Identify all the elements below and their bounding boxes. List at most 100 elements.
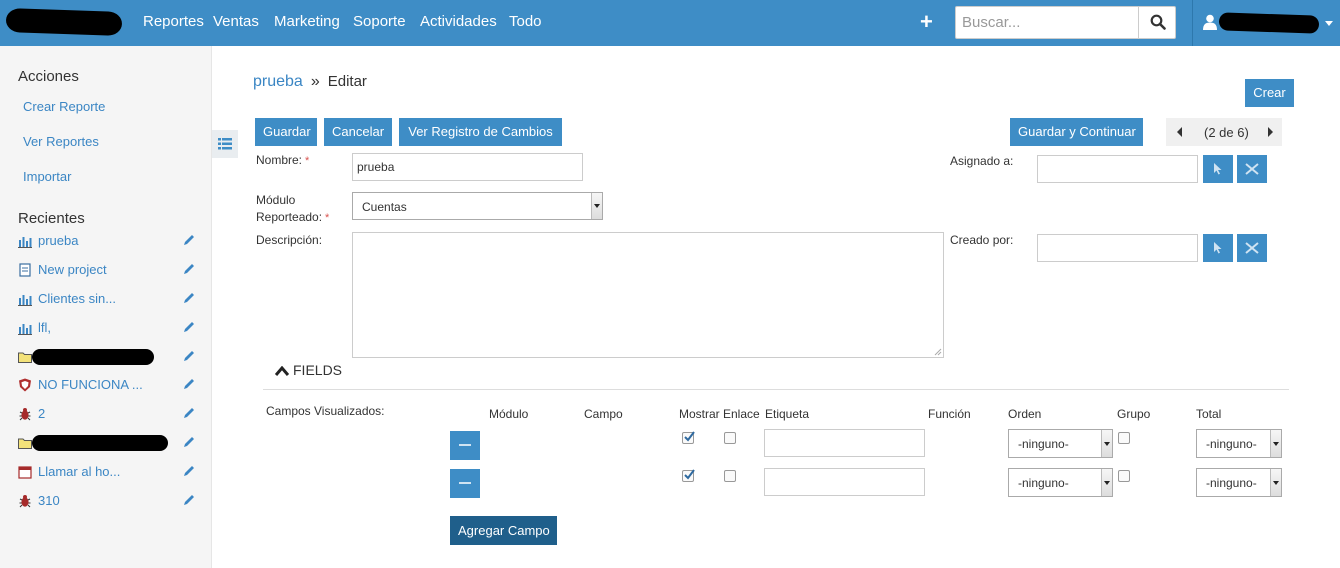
action-ver-reportes[interactable]: Ver Reportes [23, 134, 99, 149]
cursor-arrow-icon [1214, 242, 1222, 254]
fields-title: FIELDS [293, 362, 343, 378]
recent-item[interactable]: NO FUNCIONA ... [18, 375, 196, 397]
pencil-icon[interactable] [182, 233, 196, 247]
nombre-label: Nombre: * [256, 153, 310, 167]
recent-item[interactable]: lfl, [18, 318, 196, 340]
col-total: Total [1196, 407, 1222, 421]
pencil-icon[interactable] [182, 349, 196, 363]
creado-select-button[interactable] [1203, 234, 1233, 262]
report-icon [18, 295, 32, 306]
nombre-input[interactable] [352, 153, 583, 181]
nav-item-todo[interactable]: Todo [509, 13, 542, 30]
search-button[interactable] [1138, 7, 1175, 38]
guardar-continuar-button[interactable]: Guardar y Continuar [1010, 118, 1143, 146]
descripcion-textarea[interactable] [352, 232, 944, 358]
redaction-blot [32, 349, 154, 365]
prev-arrow-icon[interactable] [1176, 127, 1184, 137]
enlace-checkbox[interactable] [724, 432, 736, 444]
recent-item[interactable]: 310 [18, 491, 196, 513]
creado-label: Creado por: [950, 233, 1014, 247]
recent-item[interactable] [18, 347, 196, 369]
orden-select[interactable]: -ninguno- [1008, 429, 1113, 458]
grupo-checkbox[interactable] [1118, 432, 1130, 444]
remove-field-button[interactable] [450, 431, 480, 460]
action-crear-reporte[interactable]: Crear Reporte [23, 99, 105, 114]
pencil-icon[interactable] [182, 435, 196, 449]
enlace-checkbox[interactable] [724, 470, 736, 482]
nav-item-soporte[interactable]: Soporte [353, 13, 406, 30]
creado-clear-button[interactable] [1237, 234, 1267, 262]
user-name-redacted[interactable] [1218, 12, 1320, 34]
user-menu-caret-icon[interactable] [1325, 21, 1333, 26]
calendar-icon [18, 466, 32, 479]
chevron-down-icon [1101, 469, 1112, 496]
orden-select[interactable]: -ninguno- [1008, 468, 1113, 497]
pencil-icon[interactable] [182, 464, 196, 478]
logo-redacted[interactable] [5, 7, 123, 37]
action-importar[interactable]: Importar [23, 169, 71, 184]
col-mostrar: Mostrar [679, 407, 720, 421]
sidebar-toggle-button[interactable] [212, 130, 238, 158]
guardar-button[interactable]: Guardar [255, 118, 317, 146]
creado-input[interactable] [1037, 234, 1198, 262]
recent-item-label: Clientes sin... [38, 291, 117, 306]
nav-item-reportes[interactable]: Reportes [143, 13, 204, 30]
recent-item[interactable]: 2 [18, 404, 196, 426]
recent-item[interactable]: prueba [18, 231, 196, 253]
pencil-icon[interactable] [182, 493, 196, 507]
cancelar-button[interactable]: Cancelar [324, 118, 392, 146]
crear-button[interactable]: Crear [1245, 79, 1294, 107]
mostrar-checkbox[interactable] [682, 469, 695, 482]
modulo-reporteado-label: Módulo Reporteado: * [256, 193, 330, 224]
quick-create-plus-icon[interactable]: + [920, 9, 933, 35]
modulo-selected-value: Cuentas [362, 200, 407, 214]
etiqueta-input[interactable] [764, 468, 925, 496]
total-select[interactable]: -ninguno- [1196, 429, 1282, 458]
etiqueta-input[interactable] [764, 429, 925, 457]
folder-icon [18, 352, 32, 363]
user-icon[interactable] [1203, 14, 1217, 30]
recent-item-label: Llamar al ho... [38, 464, 121, 479]
asignado-input[interactable] [1037, 155, 1198, 183]
remove-field-button[interactable] [450, 469, 480, 498]
recent-item[interactable]: Llamar al ho... [18, 462, 196, 484]
recent-item[interactable]: Clientes sin... [18, 289, 196, 311]
grupo-checkbox[interactable] [1118, 470, 1130, 482]
resize-grip-icon[interactable] [934, 348, 942, 356]
recent-item-label: NO FUNCIONA ... [38, 377, 143, 392]
checkmark-icon [684, 431, 695, 442]
pencil-icon[interactable] [182, 320, 196, 334]
asignado-select-button[interactable] [1203, 155, 1233, 183]
col-orden: Orden [1008, 407, 1042, 421]
next-arrow-icon[interactable] [1266, 127, 1274, 137]
pencil-icon[interactable] [182, 291, 196, 305]
nav-item-ventas[interactable]: Ventas [213, 13, 259, 30]
ver-registro-cambios-button[interactable]: Ver Registro de Cambios [399, 118, 562, 146]
total-select[interactable]: -ninguno- [1196, 468, 1282, 497]
mostrar-checkbox[interactable] [682, 431, 695, 444]
agregar-campo-button[interactable]: Agregar Campo [450, 516, 557, 545]
search-input[interactable] [956, 7, 1138, 38]
nav-item-actividades[interactable]: Actividades [420, 13, 497, 30]
chevron-down-icon [591, 193, 602, 219]
chevron-up-icon [274, 365, 290, 376]
breadcrumb-module-link[interactable]: prueba [253, 73, 303, 90]
divider [263, 389, 1289, 390]
recent-item[interactable] [18, 433, 196, 455]
nav-item-marketing[interactable]: Marketing [274, 13, 340, 30]
clear-icon [1245, 242, 1259, 254]
search-box [955, 6, 1176, 39]
modulo-reporteado-select[interactable]: Cuentas [352, 192, 603, 220]
campos-visualizados-label: Campos Visualizados: [266, 404, 385, 418]
chevron-down-icon [1270, 469, 1281, 496]
pencil-icon[interactable] [182, 377, 196, 391]
breadcrumb: prueba » Editar [253, 73, 367, 91]
recent-item[interactable]: New project [18, 260, 196, 282]
fields-section-toggle[interactable]: FIELDS [274, 362, 343, 378]
pencil-icon[interactable] [182, 406, 196, 420]
bug-icon [19, 408, 31, 421]
asignado-clear-button[interactable] [1237, 155, 1267, 183]
pencil-icon[interactable] [182, 262, 196, 276]
descripcion-label: Descripción: [256, 233, 323, 247]
shield-icon [19, 378, 31, 392]
